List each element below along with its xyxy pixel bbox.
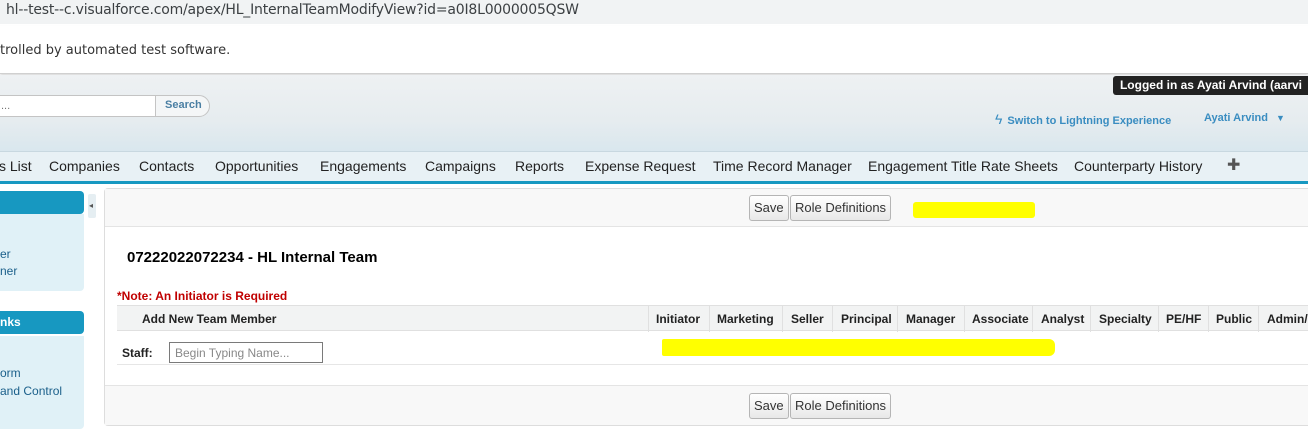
search-input[interactable] <box>0 95 156 117</box>
column-header: Admin/ <box>1267 312 1308 326</box>
column-header: Manager <box>906 312 956 326</box>
bottom-button-bar: Save Role Definitions <box>105 385 1308 425</box>
user-menu[interactable]: Ayati Arvind ▼ <box>1204 112 1285 124</box>
column-divider <box>1208 306 1209 332</box>
automation-infobar: trolled by automated test software. <box>0 26 1308 74</box>
tab-counterparty-history[interactable]: Counterparty History <box>1074 158 1202 174</box>
column-header: Public <box>1216 312 1253 326</box>
add-tab-icon[interactable]: ✚ <box>1227 155 1240 175</box>
tab-bar-underline <box>0 181 1308 184</box>
sidebar-section-header <box>0 191 84 214</box>
add-member-header: Add New Team Member <box>142 312 277 326</box>
logged-in-banner: Logged in as Ayati Arvind (aarvi <box>1112 76 1308 95</box>
switch-to-lightning-link[interactable]: ϟ Switch to Lightning Experience <box>995 111 1171 127</box>
save-button[interactable]: Save <box>749 195 789 221</box>
sidebar-links-body: orm and Control <box>0 336 84 429</box>
column-header: Associate <box>972 312 1029 326</box>
staff-row: Staff: <box>117 332 1308 365</box>
staff-label: Staff: <box>122 346 153 360</box>
column-divider <box>897 306 898 332</box>
initiator-note: *Note: An Initiator is Required <box>117 289 288 303</box>
lightning-bolt-icon: ϟ <box>995 111 1003 127</box>
tab-lists[interactable]: s List <box>0 158 32 174</box>
role-definitions-button[interactable]: Role Definitions <box>790 195 892 221</box>
column-divider <box>648 306 649 332</box>
column-divider <box>1032 306 1033 332</box>
column-divider <box>1158 306 1159 332</box>
user-name: Ayati Arvind <box>1204 112 1268 124</box>
top-button-bar: Save Role Definitions <box>105 189 1308 227</box>
tab-bar: s List Companies Contacts Opportunities … <box>0 151 1308 181</box>
column-header: Principal <box>841 312 892 326</box>
column-divider <box>782 306 783 332</box>
logged-in-text: Logged in as Ayati Arvind (aarvi <box>1119 78 1302 92</box>
infobar-text: trolled by automated test software. <box>0 43 231 58</box>
search-button[interactable]: Search <box>155 95 210 117</box>
sidebar-link[interactable]: er <box>0 247 11 261</box>
tab-opportunities[interactable]: Opportunities <box>215 158 298 174</box>
sidebar-section-body: er ner <box>0 214 84 291</box>
sidebar-link[interactable]: orm <box>0 366 21 380</box>
sidebar-link[interactable]: ner <box>0 264 17 278</box>
sidebar-link[interactable]: and Control <box>0 384 62 398</box>
tab-engagement-title-rate-sheets[interactable]: Engagement Title Rate Sheets <box>868 158 1058 174</box>
column-divider <box>964 306 965 332</box>
sidebar-links-header: nks <box>0 311 84 334</box>
column-header: Initiator <box>656 312 700 326</box>
column-header: Marketing <box>717 312 774 326</box>
column-divider <box>832 306 833 332</box>
save-button[interactable]: Save <box>749 393 789 419</box>
tab-campaigns[interactable]: Campaigns <box>425 158 496 174</box>
url-text: hl--test--c.visualforce.com/apex/HL_Inte… <box>6 2 579 18</box>
column-header: Seller <box>791 312 824 326</box>
address-bar[interactable]: hl--test--c.visualforce.com/apex/HL_Inte… <box>0 0 1308 24</box>
tab-engagements[interactable]: Engagements <box>320 158 406 174</box>
role-definitions-button[interactable]: Role Definitions <box>790 393 892 419</box>
column-header: PE/HF <box>1166 312 1202 326</box>
column-header: Specialty <box>1099 312 1152 326</box>
tab-time-record-manager[interactable]: Time Record Manager <box>713 158 852 174</box>
tab-companies[interactable]: Companies <box>49 158 120 174</box>
switch-lightning-label: Switch to Lightning Experience <box>1007 115 1172 127</box>
chevron-down-icon: ▼ <box>1275 113 1285 123</box>
team-grid-header: Add New Team Member Initiator Marketing … <box>117 305 1308 332</box>
column-divider <box>1090 306 1091 332</box>
column-header: Analyst <box>1041 312 1085 326</box>
column-divider <box>1258 306 1259 332</box>
tab-contacts[interactable]: Contacts <box>139 158 194 174</box>
highlight-mark <box>913 202 1035 218</box>
page-title: 07222022072234 - HL Internal Team <box>127 249 378 266</box>
column-divider <box>709 306 710 332</box>
highlight-mark <box>662 339 1055 356</box>
sidebar-collapse-icon[interactable]: ◂ <box>88 194 96 218</box>
sidebar-links-title: nks <box>0 315 21 329</box>
tab-expense-request[interactable]: Expense Request <box>585 158 696 174</box>
staff-name-input[interactable] <box>169 342 323 363</box>
tab-reports[interactable]: Reports <box>515 158 564 174</box>
